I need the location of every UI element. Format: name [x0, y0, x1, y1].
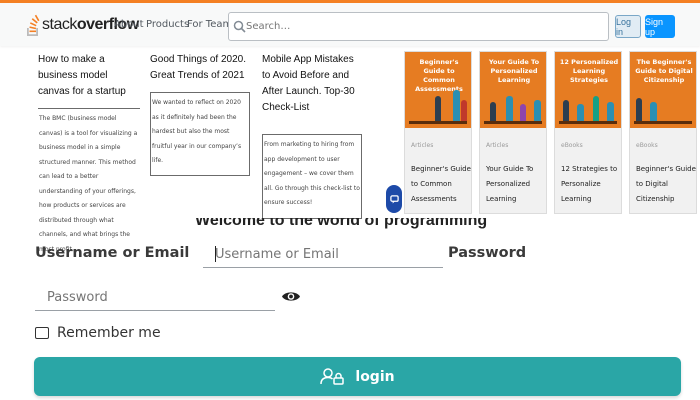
- article-card-bmc[interactable]: How to make a business model canvas for …: [38, 52, 140, 260]
- login-button-label: login: [355, 368, 395, 385]
- card-title[interactable]: Beginner's Guide to Common Assessments: [411, 162, 471, 207]
- password-label: Password: [448, 245, 527, 261]
- resource-card[interactable]: The Beginner's Guide to Digital Citizens…: [629, 51, 697, 214]
- article-excerpt: We wanted to reflect on 2020 as it defin…: [150, 92, 250, 176]
- article-excerpt: The BMC (business model canvas) is a too…: [38, 108, 140, 260]
- card-title[interactable]: Beginner's Guide to Digital Citizenship: [636, 162, 696, 207]
- resource-card[interactable]: Your Guide To Personalized Learning Arti…: [479, 51, 547, 214]
- article-title[interactable]: Mobile App Mistakes to Avoid Before and …: [262, 52, 362, 116]
- card-illustration: Beginner's Guide to Common Assessments: [405, 52, 471, 128]
- resource-card[interactable]: 12 Personalized Learning Strategies eBoo…: [554, 51, 622, 214]
- card-title[interactable]: Your Guide To Personalized Learning: [486, 162, 546, 207]
- username-label: Username or Email: [35, 245, 190, 261]
- stackoverflow-logo-icon: [27, 14, 40, 36]
- remember-label: Remember me: [57, 325, 161, 341]
- text-caret: [215, 246, 216, 262]
- nav-products[interactable]: Products: [146, 19, 189, 30]
- card-image-title: Beginner's Guide to Common Assessments: [415, 58, 463, 93]
- card-type: Articles: [486, 142, 509, 149]
- article-excerpt: From marketing to hiring from app develo…: [262, 134, 362, 219]
- card-type: Articles: [411, 142, 434, 149]
- remember-checkbox[interactable]: [35, 327, 49, 339]
- card-illustration: The Beginner's Guide to Digital Citizens…: [630, 52, 696, 128]
- card-image-title: The Beginner's Guide to Digital Citizens…: [635, 58, 693, 84]
- chat-bubble-icon: [389, 194, 399, 204]
- search-input[interactable]: [246, 15, 601, 38]
- article-title[interactable]: How to make a business model canvas for …: [38, 52, 140, 100]
- remember-me[interactable]: Remember me: [35, 325, 161, 341]
- search-icon: [233, 20, 246, 33]
- card-type: eBooks: [561, 142, 583, 149]
- card-image-title: Your Guide To Personalized Learning: [488, 58, 540, 84]
- chat-bubble-button[interactable]: [386, 185, 402, 213]
- login-link-button[interactable]: Log in: [615, 15, 641, 38]
- signup-button[interactable]: Sign up: [645, 15, 675, 38]
- article-card-2020[interactable]: Good Things of 2020. Great Trends of 202…: [150, 52, 250, 176]
- resource-card[interactable]: Beginner's Guide to Common Assessments A…: [404, 51, 472, 214]
- search-box[interactable]: [228, 12, 609, 41]
- card-illustration: Your Guide To Personalized Learning: [480, 52, 546, 128]
- nav-about[interactable]: About: [114, 19, 144, 30]
- eye-icon[interactable]: [281, 290, 301, 303]
- card-type: eBooks: [636, 142, 658, 149]
- username-input[interactable]: [203, 241, 443, 268]
- password-input[interactable]: [35, 285, 275, 311]
- stackoverflow-header: stackoverflow About Products For Teams L…: [0, 0, 700, 46]
- user-lock-icon: [320, 368, 345, 385]
- login-button[interactable]: login: [34, 357, 681, 396]
- card-illustration: 12 Personalized Learning Strategies: [555, 52, 621, 128]
- article-title[interactable]: Good Things of 2020. Great Trends of 202…: [150, 52, 250, 84]
- logo-text-plain: stack: [42, 16, 77, 33]
- article-card-mobile-app[interactable]: Mobile App Mistakes to Avoid Before and …: [262, 52, 362, 219]
- card-title[interactable]: 12 Strategies to Personalize Learning: [561, 162, 621, 207]
- card-image-title: 12 Personalized Learning Strategies: [559, 58, 619, 84]
